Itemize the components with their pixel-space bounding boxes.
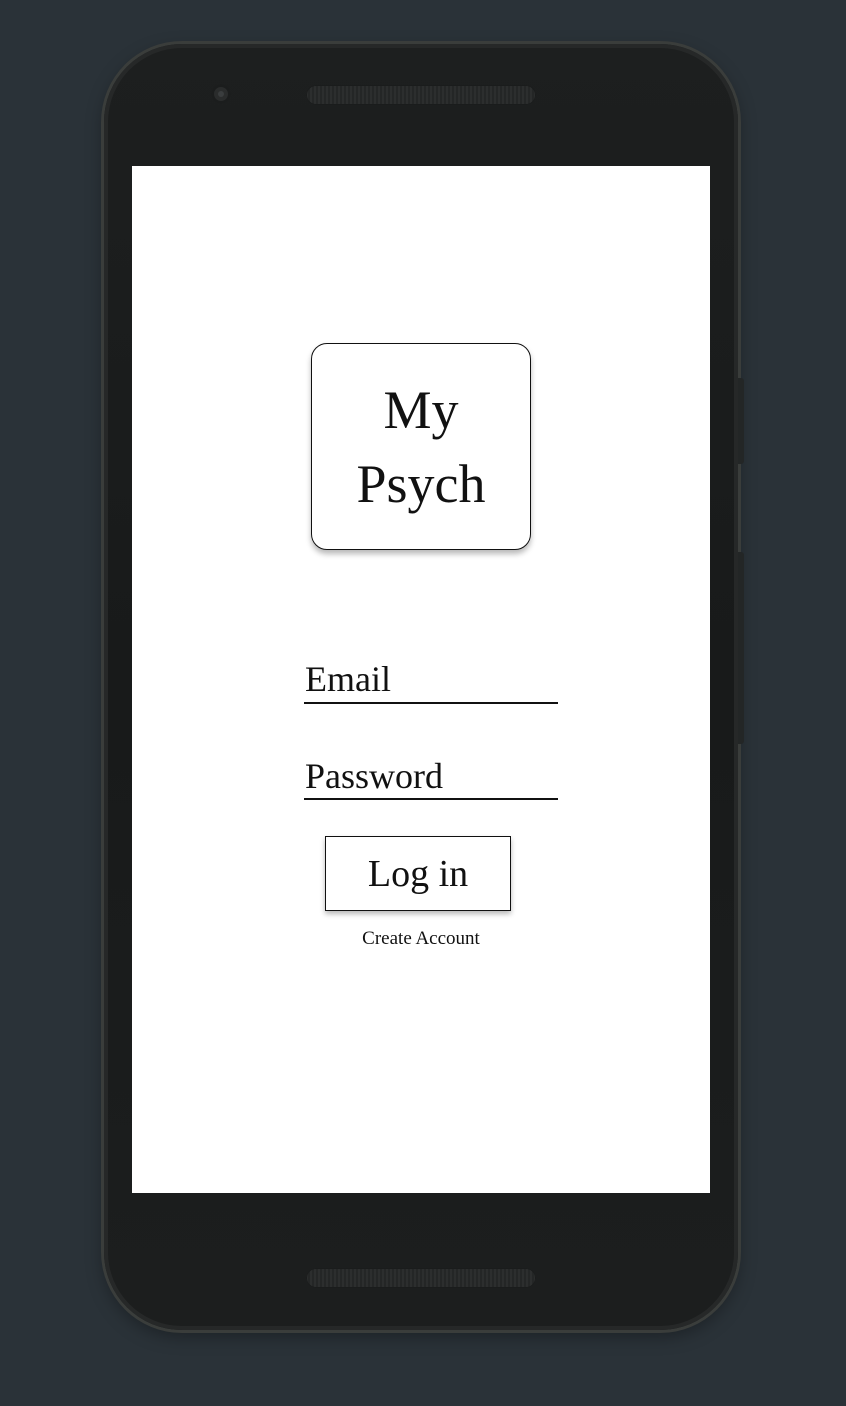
backdrop: My Psych Log in Create Account (0, 0, 846, 1406)
password-field[interactable] (304, 754, 558, 798)
bottom-speaker (306, 1268, 536, 1288)
earpiece-speaker (306, 85, 536, 105)
login-screen: My Psych Log in Create Account (132, 166, 710, 1193)
volume-button (738, 378, 744, 464)
power-button (738, 552, 744, 744)
password-field-container (304, 754, 558, 800)
login-button[interactable]: Log in (325, 836, 511, 911)
email-field[interactable] (304, 656, 558, 702)
logo-text-line-1: My (383, 379, 459, 440)
app-logo: My Psych (311, 343, 531, 550)
front-camera-icon (211, 84, 231, 104)
phone-frame: My Psych Log in Create Account (104, 44, 744, 1330)
email-field-container (304, 656, 558, 704)
create-account-link[interactable]: Create Account (132, 928, 710, 950)
logo-text-line-2: Psych (356, 453, 486, 514)
